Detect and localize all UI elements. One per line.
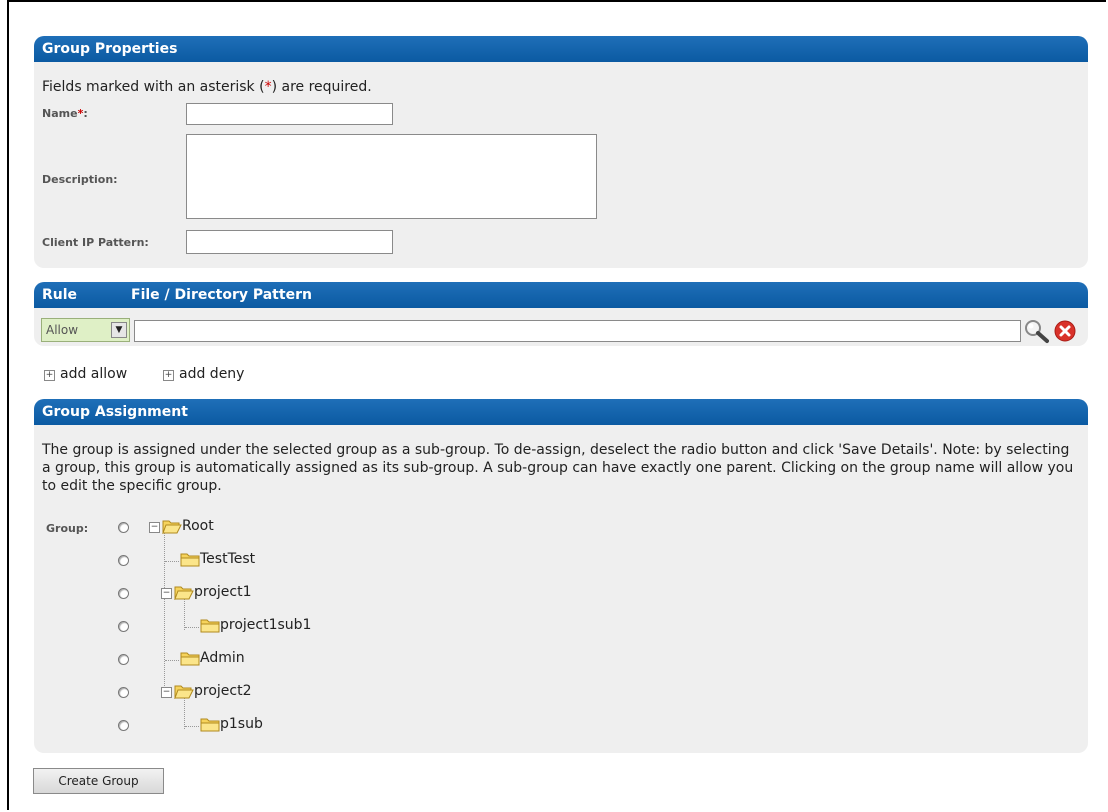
- pattern-column-header: File / Directory Pattern: [131, 287, 312, 303]
- tree-connector: [165, 561, 179, 562]
- remove-circle-icon[interactable]: [1054, 320, 1076, 342]
- create-group-button[interactable]: Create Group: [33, 768, 164, 794]
- group-properties-header: Group Properties: [34, 36, 1088, 62]
- group-radio[interactable]: [118, 654, 129, 665]
- tree-connector: [164, 532, 165, 696]
- folder-icon: [162, 520, 182, 534]
- description-label: Description:: [42, 173, 118, 186]
- client-ip-pattern-field[interactable]: [186, 230, 393, 254]
- folder-icon: [174, 586, 194, 600]
- folder-icon: [180, 652, 200, 666]
- group-radio[interactable]: [118, 720, 129, 731]
- add-allow-label: add allow: [60, 366, 128, 382]
- tree-node-label[interactable]: p1sub: [220, 716, 263, 732]
- tree-node-label[interactable]: project1sub1: [220, 617, 311, 633]
- tree-node-label[interactable]: Root: [182, 518, 214, 534]
- rule-type-value: Allow: [46, 323, 79, 337]
- plus-box-icon: +: [163, 370, 174, 381]
- pattern-input[interactable]: [134, 320, 1021, 342]
- required-fields-note: Fields marked with an asterisk (*) are r…: [42, 79, 372, 95]
- name-field[interactable]: [186, 103, 393, 125]
- magnifier-icon[interactable]: [1022, 318, 1050, 344]
- minus-box-icon[interactable]: −: [149, 522, 160, 533]
- minus-box-icon[interactable]: −: [161, 687, 172, 698]
- client-ip-label: Client IP Pattern:: [42, 236, 149, 249]
- folder-icon: [174, 685, 194, 699]
- group-radio[interactable]: [118, 687, 129, 698]
- folder-icon: [180, 553, 200, 567]
- tree-connector: [184, 697, 185, 729]
- rule-header: Rule File / Directory Pattern: [34, 282, 1088, 308]
- add-deny-link[interactable]: + add deny: [163, 366, 244, 382]
- add-allow-link[interactable]: + add allow: [44, 366, 127, 382]
- group-radio[interactable]: [118, 588, 129, 599]
- rule-type-select[interactable]: Allow ▼: [41, 318, 130, 342]
- group-assignment-header: Group Assignment: [34, 399, 1088, 425]
- group-radio[interactable]: [118, 555, 129, 566]
- tree-connector: [185, 627, 199, 628]
- required-note-text: Fields marked with an asterisk (: [42, 79, 265, 95]
- folder-icon: [200, 619, 220, 633]
- tree-node-label[interactable]: project1: [194, 584, 252, 600]
- rule-panel: Rule File / Directory Pattern Allow ▼: [34, 282, 1088, 346]
- tree-connector: [185, 726, 199, 727]
- tree-node-label[interactable]: TestTest: [200, 551, 255, 567]
- tree-connector: [184, 598, 185, 630]
- group-radio[interactable]: [118, 522, 129, 533]
- tree-connector: [165, 660, 179, 661]
- description-field[interactable]: [186, 134, 597, 219]
- dropdown-arrow-icon[interactable]: ▼: [111, 322, 127, 338]
- name-label-colon: :: [83, 107, 88, 120]
- minus-box-icon[interactable]: −: [161, 588, 172, 599]
- group-assignment-description: The group is assigned under the selected…: [42, 442, 1074, 494]
- rule-column-header: Rule: [42, 287, 78, 303]
- group-label: Group:: [46, 522, 89, 535]
- tree-node-label[interactable]: project2: [194, 683, 252, 699]
- tree-node-label[interactable]: Admin: [200, 650, 245, 666]
- group-radio[interactable]: [118, 621, 129, 632]
- add-deny-label: add deny: [179, 366, 245, 382]
- required-note-text-end: ) are required.: [271, 79, 372, 95]
- group-assignment-panel: Group Assignment The group is assigned u…: [34, 399, 1088, 753]
- name-label: Name*:: [42, 107, 88, 120]
- plus-box-icon: +: [44, 370, 55, 381]
- name-label-text: Name: [42, 107, 78, 120]
- folder-icon: [200, 718, 220, 732]
- required-star: *: [264, 79, 272, 95]
